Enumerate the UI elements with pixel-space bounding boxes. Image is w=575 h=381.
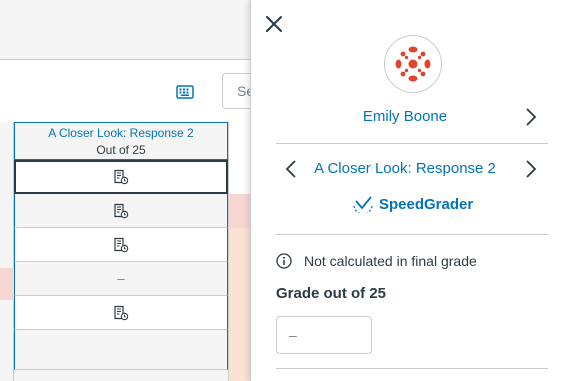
grade-cells: –: [14, 160, 228, 370]
info-icon: [276, 253, 292, 269]
close-icon: [266, 16, 282, 32]
speedgrader-link[interactable]: SpeedGrader: [352, 193, 473, 215]
close-tray-button[interactable]: [262, 10, 286, 38]
grade-cell[interactable]: [14, 296, 228, 330]
late-indicator-cell: [0, 268, 14, 300]
assignment-navigation: A Closer Look: Response 2: [262, 156, 548, 184]
grade-input[interactable]: [276, 316, 372, 354]
assignment-name-link[interactable]: A Closer Look: Response 2: [262, 160, 548, 177]
divider: [276, 234, 548, 235]
grade-cell[interactable]: –: [14, 262, 228, 296]
not-calculated-note: Not calculated in final grade: [276, 250, 477, 272]
assignment-column-title[interactable]: A Closer Look: Response 2: [15, 126, 227, 140]
grade-label: Grade out of 25: [276, 285, 387, 302]
divider: [276, 143, 548, 144]
student-name-link[interactable]: Emily Boone: [262, 108, 548, 125]
speedgrader-label: SpeedGrader: [379, 195, 474, 213]
note-text: Not calculated in final grade: [304, 253, 477, 269]
grade-cell[interactable]: [14, 194, 228, 228]
grade-cell[interactable]: [14, 228, 228, 262]
app-frame: Se A Closer Look: Response 2 Out of 25 –…: [0, 0, 575, 381]
speedgrader-icon: [353, 196, 373, 213]
grade-cell[interactable]: [14, 330, 228, 370]
student-navigation: Emily Boone: [262, 104, 548, 132]
grade-cell[interactable]: [14, 160, 228, 194]
next-assignment-chevron-icon[interactable]: [524, 159, 538, 179]
divider: [276, 368, 548, 369]
student-column-edge: [0, 122, 14, 381]
submission-pending-icon: [114, 203, 129, 218]
submission-pending-icon: [114, 169, 129, 185]
canvas-logo-icon: [395, 46, 431, 82]
assignment-column-header[interactable]: A Closer Look: Response 2 Out of 25: [14, 122, 228, 160]
assignment-column-points: Out of 25: [96, 143, 146, 157]
student-avatar: [384, 35, 442, 93]
keyboard-shortcuts-icon[interactable]: [176, 85, 194, 99]
submission-pending-icon: [114, 237, 129, 252]
grade-value: –: [117, 271, 125, 286]
next-student-chevron-icon[interactable]: [524, 107, 538, 127]
submission-pending-icon: [114, 305, 129, 320]
